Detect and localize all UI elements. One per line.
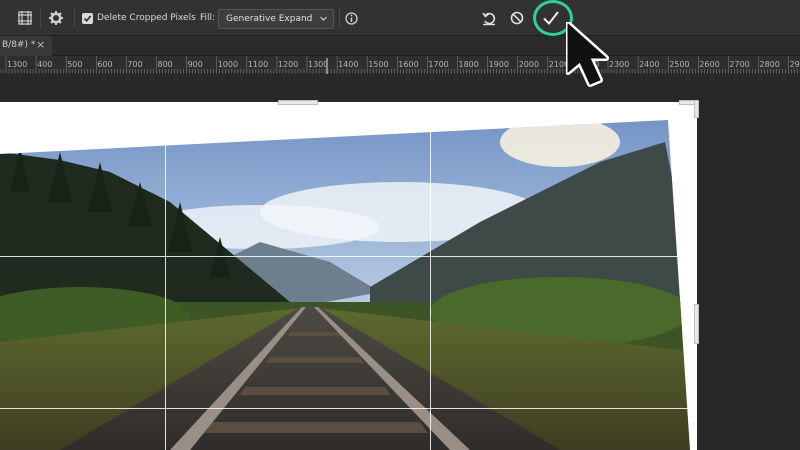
ruler-tick-label: 2800 (759, 60, 780, 69)
ruler-tick-label: 500 (67, 60, 83, 69)
ruler-tick-label: 1700 (428, 60, 449, 69)
ruler-tick-label: 1600 (398, 60, 419, 69)
ruler-tick-label: 2400 (639, 60, 660, 69)
separator (40, 8, 41, 28)
fill-dropdown[interactable]: Generative Expand (218, 9, 334, 29)
ruler-tick-label: 1200 (277, 60, 299, 69)
ruler-tick-label: 1800 (458, 60, 479, 69)
mouse-cursor-icon (566, 22, 609, 87)
ruler-tick-label: 800 (157, 60, 173, 69)
ruler-tick-label: 1500 (368, 60, 389, 69)
ruler-tick-label: 1300 (7, 60, 28, 69)
info-icon[interactable] (345, 0, 361, 36)
cancel-icon[interactable] (510, 0, 528, 36)
chevron-down-icon (319, 14, 328, 26)
ruler-tick-label: 1100 (247, 60, 269, 69)
ruler-tick-label: 600 (97, 60, 113, 69)
ruler-tick-label: 1900 (488, 60, 509, 69)
crop-handle-corner[interactable] (694, 100, 699, 118)
ruler-tick-label: 2900 (789, 60, 800, 69)
horizontal-ruler: 1300 400 500 600 700 800 900 1000 1100 1200 1300 14… (0, 56, 800, 74)
fill-label: Fill: (200, 13, 216, 23)
fill-dropdown-value: Generative Expand (226, 14, 313, 24)
ruler-tick-label: 700 (127, 60, 143, 69)
ruler-tick-label: 2700 (729, 60, 750, 69)
document-tab[interactable]: B/8#) * × (0, 36, 52, 56)
ruler-tick-label: 400 (37, 60, 53, 69)
gear-icon[interactable] (48, 0, 66, 36)
reset-icon[interactable] (481, 0, 499, 36)
close-icon[interactable]: × (36, 38, 45, 51)
ruler-tick-label: 1300 (308, 60, 329, 69)
delete-cropped-pixels-checkbox[interactable] (82, 13, 93, 24)
ruler-tick-label: 2500 (669, 60, 690, 69)
options-bar: Delete Cropped Pixels Fill: Generative E… (0, 0, 800, 36)
crop-handle-top[interactable] (278, 100, 318, 105)
ruler-tick-label: 2000 (518, 60, 540, 69)
crop-handle-right[interactable] (694, 304, 699, 344)
crop-border (0, 102, 697, 450)
separator (339, 8, 340, 28)
grid-overlay-icon[interactable] (17, 0, 35, 36)
ruler-tick-label: 2600 (699, 60, 720, 69)
ruler-tick-label: 900 (187, 60, 203, 69)
checkmark-icon[interactable] (540, 0, 562, 36)
canvas-area (0, 74, 800, 450)
document-tab-label: B/8#) * (2, 40, 36, 50)
document-tab-bar: B/8#) * × (0, 36, 800, 56)
separator (74, 8, 75, 28)
ruler-tick-label: 1400 (338, 60, 359, 69)
ruler-tick-label: 1000 (217, 60, 239, 69)
delete-cropped-pixels-label: Delete Cropped Pixels (97, 13, 196, 23)
